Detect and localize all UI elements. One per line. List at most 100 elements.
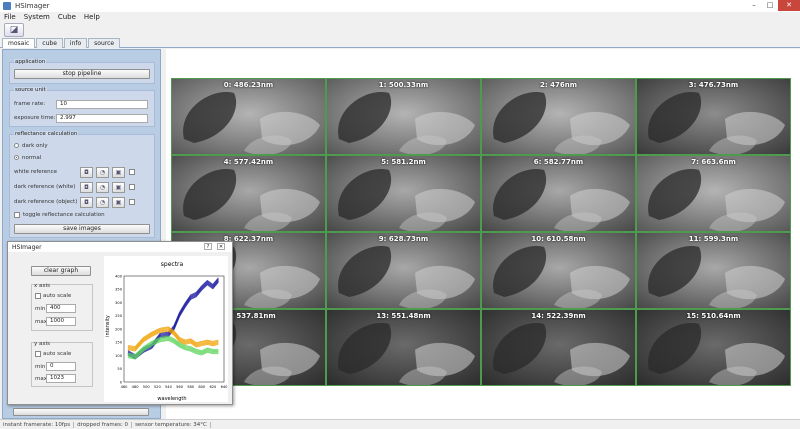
- clear-graph-button[interactable]: clear graph: [31, 266, 91, 276]
- tile-wavelength-label: 15: 510.64nm: [686, 312, 741, 320]
- maximize-button[interactable]: □: [762, 0, 778, 11]
- menu-file[interactable]: File: [0, 13, 20, 21]
- spectra-window-title: HSImager: [12, 243, 42, 251]
- leaf-image: [637, 156, 790, 231]
- leaf-image: [482, 156, 635, 231]
- y-tick-label: 100: [115, 354, 123, 358]
- y-auto-scale-checkbox[interactable]: [35, 351, 41, 357]
- source-unit-group: source unit frame rate: 10 exposure time…: [9, 87, 155, 127]
- mosaic-tile[interactable]: 1: 500.33nm: [326, 78, 481, 155]
- framerate-status: instant framerate: 10fps: [0, 421, 75, 428]
- mosaic-view: 0: 486.23nm 1: 500.33nm 2: 476nm 3: 476.73n…: [166, 49, 800, 419]
- x-axis-group: x axis auto scale min: 400 max: 1000: [31, 283, 93, 331]
- x-axis-title: x axis: [34, 283, 51, 289]
- frame-rate-label: frame rate:: [14, 101, 46, 107]
- camera-icon[interactable]: ◘: [80, 197, 93, 208]
- x-max-field[interactable]: 1000: [46, 317, 76, 326]
- x-tick-label: 580: [187, 385, 195, 389]
- camera-icon[interactable]: ◪: [4, 23, 24, 37]
- tile-wavelength-label: 9: 628.73nm: [378, 235, 429, 243]
- tab-bar: mosaic cube info source: [0, 38, 800, 48]
- mosaic-tile[interactable]: 5: 581.2nm: [326, 155, 481, 232]
- y-max-field[interactable]: 1023: [46, 374, 76, 383]
- tab-cube[interactable]: cube: [36, 38, 63, 48]
- stop-pipeline-button[interactable]: stop pipeline: [14, 69, 150, 79]
- menu-system[interactable]: System: [20, 13, 54, 21]
- close-button[interactable]: ✕: [778, 0, 800, 11]
- panel-bottom-button[interactable]: [13, 408, 149, 416]
- app-icon: [3, 2, 11, 10]
- mosaic-tile[interactable]: 0: 486.23nm: [171, 78, 326, 155]
- x-auto-scale-checkbox[interactable]: [35, 293, 41, 299]
- tile-wavelength-label: 13: 551.48nm: [376, 312, 431, 320]
- normal-label: normal: [22, 155, 42, 161]
- mosaic-tile[interactable]: 3: 476.73nm: [636, 78, 791, 155]
- x-min-field[interactable]: 400: [46, 304, 76, 313]
- white-reference-label: white reference: [14, 169, 58, 175]
- mosaic-tile[interactable]: 10: 610.58nm: [481, 232, 636, 309]
- y-tick-label: 200: [115, 327, 123, 331]
- mosaic-tile[interactable]: 9: 628.73nm: [326, 232, 481, 309]
- menu-help[interactable]: Help: [80, 13, 104, 21]
- spectra-window-titlebar: HSImager: [8, 242, 232, 252]
- tile-wavelength-label: 14: 522.39nm: [531, 312, 586, 320]
- mosaic-tile[interactable]: 11: 599.3nm: [636, 232, 791, 309]
- reflectance-group: reflectance calculation dark only normal…: [9, 131, 155, 238]
- leaf-image: [327, 156, 480, 231]
- window-title: HSImager: [15, 2, 50, 10]
- x-axis-label: wavelength: [157, 396, 186, 402]
- white-reference-checkbox[interactable]: [129, 169, 135, 175]
- title-bar: HSImager – □ ✕: [0, 0, 800, 12]
- dark-object-label: dark reference (object): [14, 199, 78, 205]
- y-tick-label: 400: [115, 274, 123, 278]
- help-button[interactable]: ?: [204, 243, 212, 250]
- mosaic-tile[interactable]: 13: 551.48nm: [326, 309, 481, 386]
- dark-white-checkbox[interactable]: [129, 184, 135, 190]
- tile-wavelength-label: 5: 581.2nm: [381, 158, 426, 166]
- spectra-window: HSImager ? ✕ clear graph x axis auto sca…: [7, 241, 233, 405]
- toggle-reflectance-checkbox[interactable]: [14, 212, 20, 218]
- tab-info[interactable]: info: [63, 38, 88, 48]
- camera-icon[interactable]: ◘: [80, 167, 93, 178]
- y-tick-label: 50: [117, 367, 122, 371]
- dark-only-label: dark only: [22, 143, 48, 149]
- mosaic-tile[interactable]: 2: 476nm: [481, 78, 636, 155]
- mosaic-tile[interactable]: 15: 510.64nm: [636, 309, 791, 386]
- exposure-field[interactable]: 2.997: [56, 114, 148, 123]
- save-icon[interactable]: ▣: [112, 197, 125, 208]
- frame-rate-field[interactable]: 10: [56, 100, 148, 109]
- x-tick-label: 640: [221, 385, 228, 389]
- save-images-button[interactable]: save images: [14, 224, 150, 234]
- x-tick-label: 540: [165, 385, 173, 389]
- mosaic-tile[interactable]: 7: 663.6nm: [636, 155, 791, 232]
- mosaic-tile[interactable]: 14: 522.39nm: [481, 309, 636, 386]
- mosaic-tile[interactable]: 6: 582.77nm: [481, 155, 636, 232]
- save-icon[interactable]: ▣: [112, 167, 125, 178]
- x-auto-scale-label: auto scale: [43, 293, 72, 299]
- chart-title: spectra: [161, 261, 184, 268]
- application-group: application stop pipeline: [9, 59, 155, 84]
- tab-source[interactable]: source: [88, 38, 121, 48]
- tile-wavelength-label: 1: 500.33nm: [378, 81, 429, 89]
- close-spectra-button[interactable]: ✕: [217, 243, 225, 250]
- tab-mosaic[interactable]: mosaic: [2, 38, 36, 48]
- load-icon[interactable]: ◔: [96, 182, 109, 193]
- menu-cube[interactable]: Cube: [54, 13, 80, 21]
- x-tick-label: 560: [176, 385, 184, 389]
- tile-wavelength-label: 11: 599.3nm: [688, 235, 739, 243]
- leaf-image: [637, 79, 790, 154]
- tile-wavelength-label: 0: 486.23nm: [223, 81, 274, 89]
- minimize-button[interactable]: –: [746, 0, 762, 11]
- mosaic-tile[interactable]: 4: 577.42nm: [171, 155, 326, 232]
- y-auto-scale-label: auto scale: [43, 351, 72, 357]
- dark-only-radio[interactable]: [14, 143, 19, 148]
- camera-icon[interactable]: ◘: [80, 182, 93, 193]
- toolbar: ◪: [0, 22, 800, 38]
- save-icon[interactable]: ▣: [112, 182, 125, 193]
- load-icon[interactable]: ◔: [96, 197, 109, 208]
- dark-object-checkbox[interactable]: [129, 199, 135, 205]
- normal-radio[interactable]: [14, 155, 19, 160]
- y-min-field[interactable]: 0: [46, 362, 76, 371]
- x-tick-label: 600: [198, 385, 206, 389]
- load-icon[interactable]: ◔: [96, 167, 109, 178]
